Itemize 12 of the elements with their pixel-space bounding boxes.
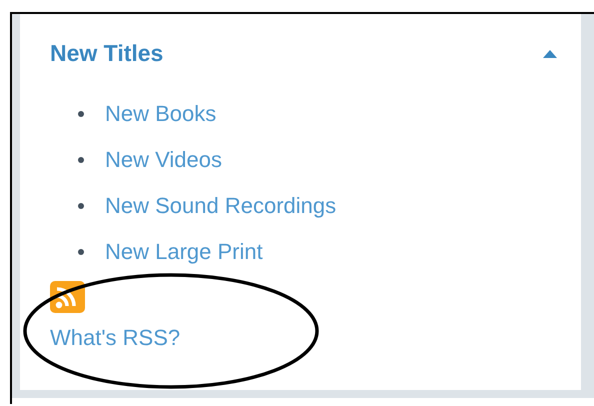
panel-title: New Titles	[50, 40, 164, 67]
title-link[interactable]: New Sound Recordings	[105, 193, 336, 219]
title-link[interactable]: New Videos	[105, 147, 222, 173]
caret-icon	[543, 50, 557, 58]
title-link[interactable]: New Large Print	[105, 239, 263, 265]
collapse-toggle[interactable]	[541, 48, 559, 60]
bullet-icon	[78, 111, 84, 117]
whats-rss-link[interactable]: What's RSS?	[50, 325, 180, 351]
bullet-icon	[78, 203, 84, 209]
bullet-icon	[78, 249, 84, 255]
title-link[interactable]: New Books	[105, 101, 216, 127]
bullet-icon	[78, 157, 84, 163]
